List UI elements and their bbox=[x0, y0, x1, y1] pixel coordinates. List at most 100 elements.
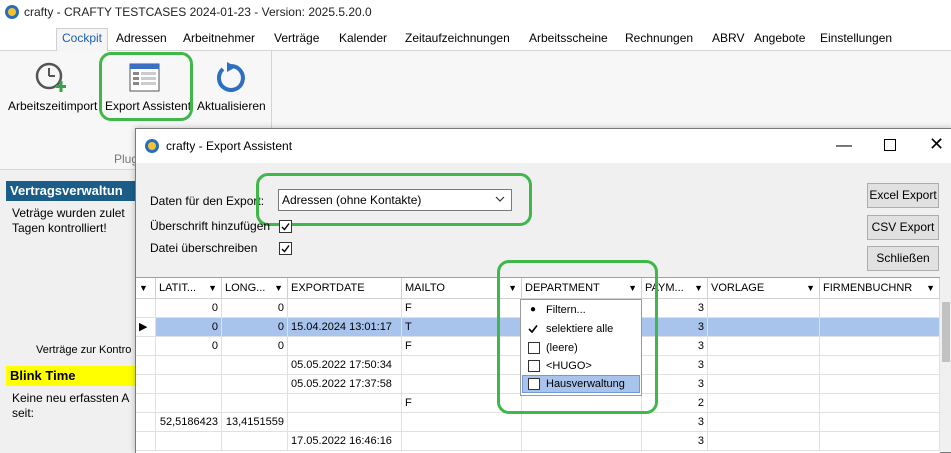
row-indicator[interactable] bbox=[136, 356, 156, 375]
table-cell[interactable] bbox=[288, 299, 402, 318]
column-header-longitude[interactable]: LONG... ▼ bbox=[222, 278, 288, 299]
row-indicator[interactable] bbox=[136, 337, 156, 356]
table-cell[interactable] bbox=[222, 356, 288, 375]
scrollbar-thumb[interactable] bbox=[942, 302, 950, 362]
filter-icon[interactable]: ▼ bbox=[926, 278, 935, 299]
table-cell[interactable]: 13,4151559 bbox=[222, 413, 288, 432]
table-cell[interactable] bbox=[708, 318, 820, 337]
table-cell[interactable] bbox=[820, 299, 940, 318]
column-header-exportdate[interactable]: EXPORTDATE bbox=[288, 278, 402, 299]
table-cell[interactable]: 15.04.2024 13:01:17 bbox=[288, 318, 402, 337]
tab-adressen[interactable]: Adressen bbox=[116, 31, 167, 45]
arbeitszeitimport-button[interactable]: Arbeitszeitimport bbox=[2, 55, 98, 121]
schliessen-button[interactable]: Schließen bbox=[867, 246, 939, 271]
tab-cockpit[interactable]: Cockpit bbox=[62, 31, 102, 45]
row-indicator[interactable] bbox=[136, 432, 156, 451]
table-cell[interactable] bbox=[708, 413, 820, 432]
table-cell[interactable] bbox=[156, 432, 222, 451]
table-cell[interactable] bbox=[156, 394, 222, 413]
ueberschrift-checkbox[interactable] bbox=[279, 220, 292, 233]
tab-kalender[interactable]: Kalender bbox=[339, 31, 387, 45]
arbeitszeitimport-label: Arbeitszeitimport bbox=[8, 99, 98, 113]
row-indicator[interactable]: ▶ bbox=[136, 318, 156, 337]
table-cell[interactable] bbox=[820, 413, 940, 432]
tab-arbeitnehmer[interactable]: Arbeitnehmer bbox=[183, 31, 255, 45]
table-cell[interactable] bbox=[708, 394, 820, 413]
table-cell[interactable]: 0 bbox=[156, 299, 222, 318]
datei-checkbox[interactable] bbox=[279, 242, 292, 255]
table-row[interactable]: 17.05.2022 16:46:16 3 bbox=[136, 432, 940, 451]
table-cell[interactable]: 17.05.2022 16:46:16 bbox=[288, 432, 402, 451]
tab-abrv[interactable]: ABRV bbox=[712, 31, 744, 45]
grid-corner[interactable]: ▼ bbox=[136, 278, 156, 299]
table-cell[interactable] bbox=[222, 432, 288, 451]
excel-export-button[interactable]: Excel Export bbox=[867, 183, 939, 208]
datei-label: Datei überschreiben bbox=[150, 241, 258, 255]
csv-export-button[interactable]: CSV Export bbox=[867, 215, 939, 240]
table-cell[interactable] bbox=[222, 394, 288, 413]
table-cell[interactable]: 05.05.2022 17:50:34 bbox=[288, 356, 402, 375]
close-icon[interactable]: ✕ bbox=[929, 134, 944, 155]
column-header-vorlage[interactable]: VORLAGE ▼ bbox=[708, 278, 820, 299]
table-cell[interactable] bbox=[402, 413, 522, 432]
ueberschrift-label: Überschrift hinzufügen bbox=[150, 219, 271, 233]
dialog-title-bar: crafty - Export Assistent — ✕ bbox=[136, 129, 951, 163]
table-cell[interactable] bbox=[288, 394, 402, 413]
table-cell[interactable] bbox=[820, 318, 940, 337]
aktualisieren-button[interactable]: Aktualisieren bbox=[194, 55, 268, 121]
column-header-firmenbuchnr[interactable]: FIRMENBUCHNR ▼ bbox=[820, 278, 940, 299]
table-cell[interactable] bbox=[156, 375, 222, 394]
filter-icon[interactable]: ▼ bbox=[694, 278, 703, 299]
row-indicator[interactable] bbox=[136, 394, 156, 413]
table-cell[interactable] bbox=[820, 375, 940, 394]
table-cell[interactable]: 0 bbox=[156, 318, 222, 337]
table-cell[interactable] bbox=[708, 299, 820, 318]
row-indicator[interactable] bbox=[136, 413, 156, 432]
row-indicator[interactable] bbox=[136, 375, 156, 394]
table-cell[interactable]: 05.05.2022 17:37:58 bbox=[288, 375, 402, 394]
vertrag-panel-title: Vertragsverwaltun bbox=[6, 181, 138, 201]
table-row[interactable]: 52,5186423 13,4151559 3 bbox=[136, 413, 940, 432]
minimize-button[interactable]: — bbox=[836, 137, 852, 155]
table-cell[interactable] bbox=[820, 432, 940, 451]
table-cell[interactable] bbox=[708, 375, 820, 394]
menu-tab-bar: Cockpit Adressen Arbeitnehmer Verträge K… bbox=[0, 24, 951, 51]
filter-icon[interactable]: ▼ bbox=[806, 278, 815, 299]
table-cell[interactable]: 3 bbox=[642, 413, 708, 432]
dialog-title: crafty - Export Assistent bbox=[166, 139, 293, 153]
table-cell[interactable] bbox=[288, 337, 402, 356]
tab-zeitaufzeichnungen[interactable]: Zeitaufzeichnungen bbox=[405, 31, 510, 45]
row-indicator[interactable] bbox=[136, 299, 156, 318]
table-cell[interactable] bbox=[820, 356, 940, 375]
table-cell[interactable]: 0 bbox=[222, 318, 288, 337]
tab-arbeitsscheine[interactable]: Arbeitsscheine bbox=[529, 31, 608, 45]
filter-icon[interactable]: ▼ bbox=[208, 278, 217, 299]
table-cell[interactable]: 0 bbox=[222, 337, 288, 356]
crafty-logo-icon bbox=[5, 5, 19, 19]
column-header-label: MAILTO bbox=[405, 282, 445, 294]
maximize-button[interactable] bbox=[884, 139, 896, 151]
column-header-latitude[interactable]: LATIT... ▼ bbox=[156, 278, 222, 299]
table-cell[interactable] bbox=[708, 356, 820, 375]
table-cell[interactable] bbox=[402, 432, 522, 451]
table-cell[interactable]: 52,5186423 bbox=[156, 413, 222, 432]
table-cell[interactable] bbox=[820, 394, 940, 413]
table-cell[interactable] bbox=[522, 413, 642, 432]
tab-vertraege[interactable]: Verträge bbox=[274, 31, 319, 45]
tab-rechnungen[interactable]: Rechnungen bbox=[625, 31, 693, 45]
table-cell[interactable]: 0 bbox=[156, 337, 222, 356]
table-cell[interactable]: 0 bbox=[222, 299, 288, 318]
table-cell[interactable] bbox=[222, 375, 288, 394]
table-cell[interactable] bbox=[156, 356, 222, 375]
vertrag-panel-footer[interactable]: Verträge zur Kontro bbox=[36, 343, 131, 358]
table-cell[interactable] bbox=[288, 413, 402, 432]
table-cell[interactable] bbox=[708, 432, 820, 451]
table-cell[interactable]: 3 bbox=[642, 432, 708, 451]
vertical-scrollbar[interactable] bbox=[940, 298, 951, 452]
table-cell[interactable] bbox=[522, 432, 642, 451]
table-cell[interactable] bbox=[820, 337, 940, 356]
tab-angebote[interactable]: Angebote bbox=[754, 31, 805, 45]
filter-icon[interactable]: ▼ bbox=[274, 278, 283, 299]
table-cell[interactable] bbox=[708, 337, 820, 356]
tab-einstellungen[interactable]: Einstellungen bbox=[820, 31, 892, 45]
